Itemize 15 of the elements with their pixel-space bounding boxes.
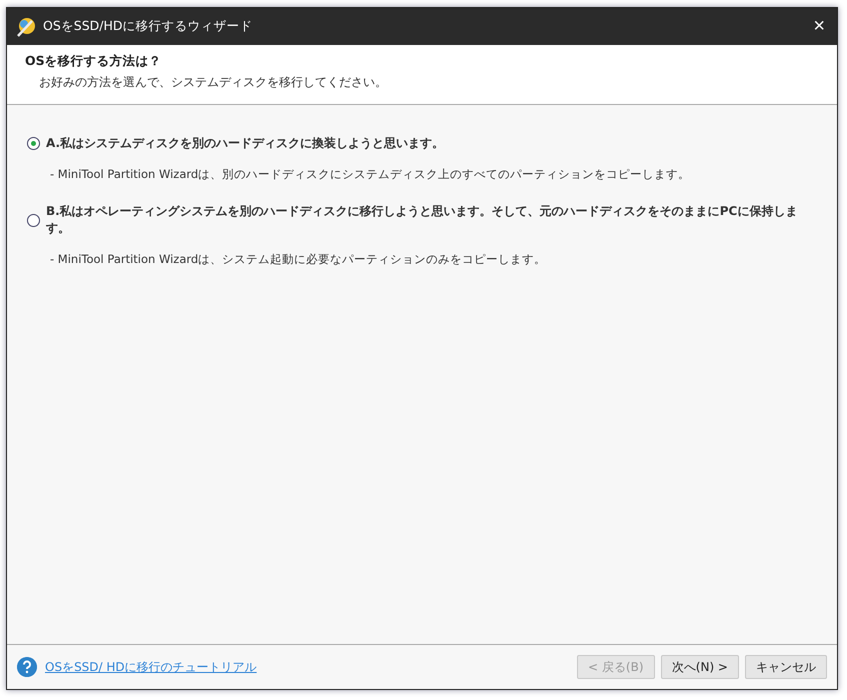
close-button[interactable]: × [809,15,829,38]
dialog-button[interactable]: キャンセル [745,655,827,679]
wizard-wand-icon [15,16,37,38]
option-description: - MiniTool Partition Wizardは、システム起動に必要なパーティションのみをコピーします。 [50,252,548,267]
radio-button[interactable] [27,137,40,150]
tutorial-link[interactable]: OSをSSD/ HDに移行のチュートリアル [45,658,569,676]
option-label[interactable]: B.私はオペレーティングシステムを別のハードディスクに移行しようと思います。そして、元のハードディスクをそのままにPCに保持します。 [46,203,817,237]
dialog-button[interactable]: 次へ(N) > [660,655,739,679]
page-subtitle: お好みの方法を選んで、システムディスクを移行してください。 [39,74,388,91]
radio-button[interactable] [27,214,40,226]
option-label[interactable]: A.私はシステムディスクを別のハードディスクに換装しようと思います。 [46,135,444,152]
window-title: OSをSSD/HDに移行するウィザード [43,18,254,35]
help-icon [17,657,37,677]
page-heading: OSを移行する方法は？ [25,53,163,70]
option-description: - MiniTool Partition Wizardは、別のハードディスクにシステムディスク上のすべてのパーティションをコピーします。 [50,167,692,182]
